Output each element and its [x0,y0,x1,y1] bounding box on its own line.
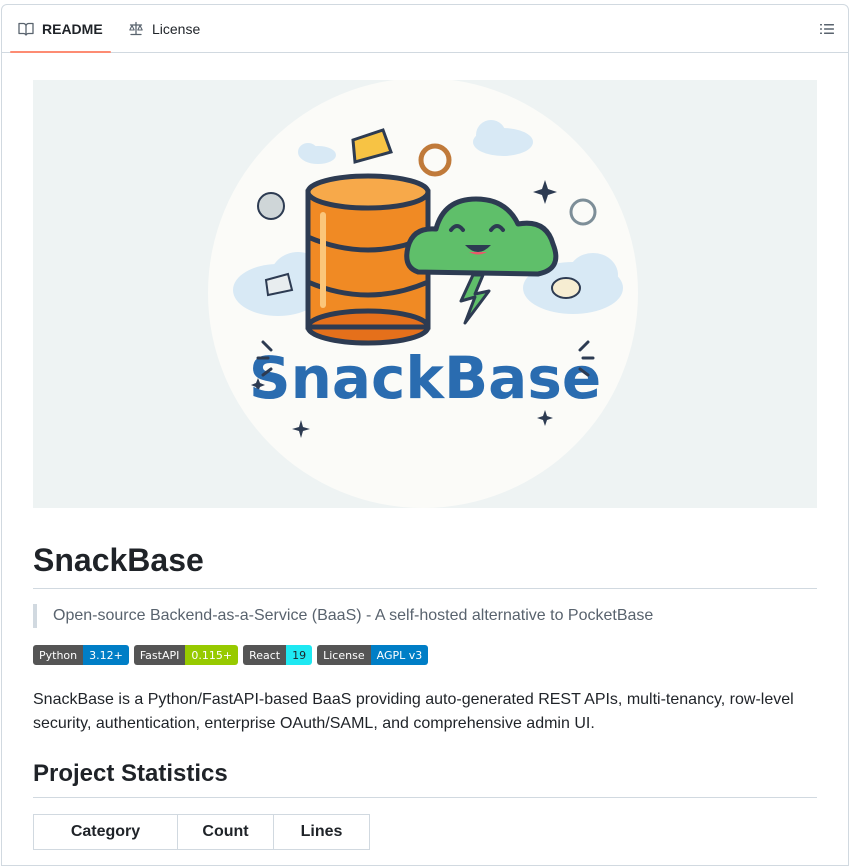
fastapi-badge[interactable]: FastAPI 0.115+ [133,645,239,665]
readme-title: SnackBase [33,542,204,578]
project-description: SnackBase is a Python/FastAPI-based BaaS… [33,691,794,732]
law-scale-icon [129,21,143,35]
tab-bar: README License [2,5,848,53]
snackbase-logo-illustration: SnackBase [208,80,638,508]
table-of-contents-button[interactable] [816,18,838,40]
table-header-row: Category Count Lines [33,814,370,850]
tab-readme-label: README [42,20,103,37]
cookie-icon [257,192,285,220]
column-header-count: Count [177,814,274,850]
stats-divider [33,797,817,798]
tab-license-label: License [152,20,201,37]
book-icon [18,22,34,36]
column-header-lines: Lines [273,814,370,850]
tab-license[interactable]: License [120,5,208,52]
badge-row: Python 3.12+ FastAPI 0.115+ React 19 Licens… [33,645,429,665]
stats-table: Category Count Lines [33,814,370,850]
column-header-category: Category [33,814,178,850]
react-badge[interactable]: React 19 [243,645,313,665]
list-unordered-icon [820,24,834,34]
stats-heading: Project Statistics [33,760,228,787]
bean-icon [551,277,581,299]
title-divider [33,588,817,589]
python-badge[interactable]: Python 3.12+ [33,645,129,665]
tab-readme[interactable]: README [10,5,111,53]
tagline-blockquote: Open-source Backend-as-a-Service (BaaS) … [33,604,653,628]
hero-banner: SnackBase [33,80,817,508]
license-badge[interactable]: License AGPL v3 [317,645,429,665]
logo-text: SnackBase [249,344,601,412]
